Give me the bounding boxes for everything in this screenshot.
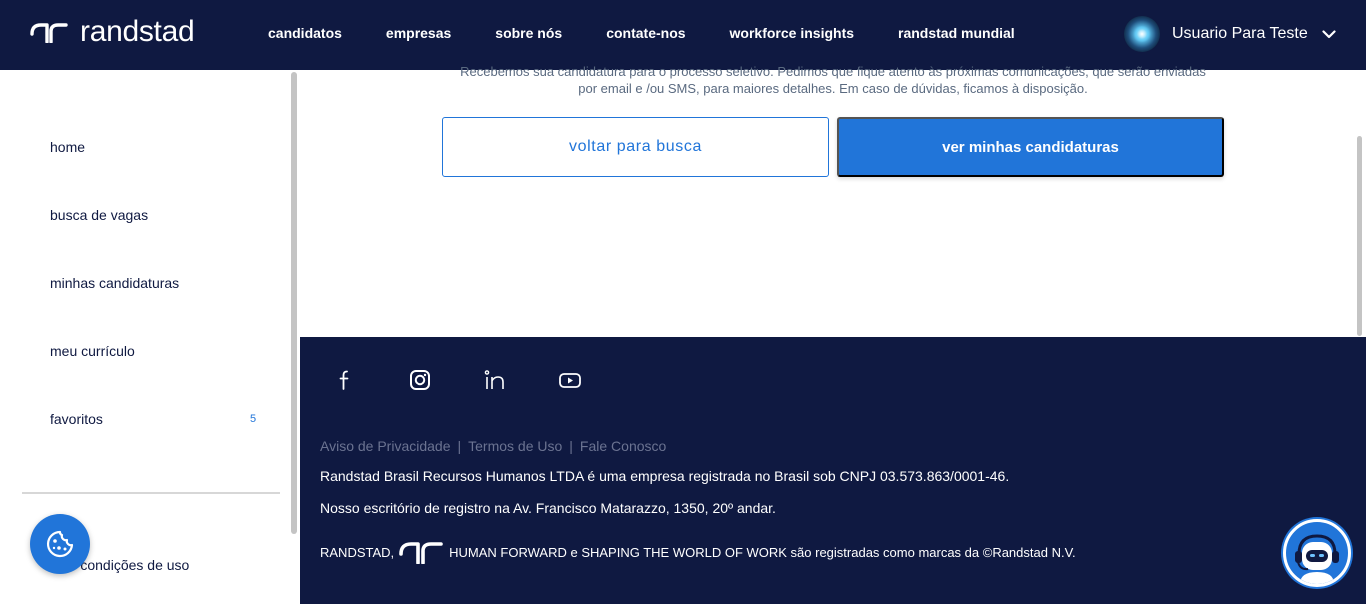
terms-of-use-link[interactable]: Termos de Uso (468, 438, 562, 454)
legal-links: Aviso de Privacidade | Termos de Uso | F… (320, 438, 666, 454)
contact-us-link[interactable]: Fale Conosco (580, 438, 666, 454)
facebook-icon (339, 370, 349, 390)
trademark-text: RANDSTAD, HUMAN FORWARD e SHAPING THE WO… (320, 540, 1076, 564)
page-scrollbar[interactable] (1357, 136, 1362, 336)
sidebar-item-busca-de-vagas[interactable]: busca de vagas (50, 207, 148, 223)
nav-candidatos[interactable]: candidatos (268, 25, 342, 41)
office-address-text: Nosso escritório de registro na Av. Fran… (320, 500, 776, 516)
trademark-prefix: RANDSTAD, (320, 544, 395, 560)
instagram-icon (410, 370, 430, 390)
randstad-logo-icon (399, 542, 443, 564)
sidebar-item-favoritos[interactable]: favoritos (50, 411, 103, 427)
nav-workforce-insights[interactable]: workforce insights (730, 25, 854, 41)
youtube-icon (559, 373, 581, 388)
nav-contate-nos[interactable]: contate-nos (606, 25, 685, 41)
chatbot-button[interactable] (1283, 519, 1351, 587)
linkedin-link[interactable] (482, 367, 508, 393)
back-to-search-button[interactable]: voltar para busca (442, 117, 829, 177)
main-nav: candidatos empresas sobre nós contate-no… (268, 25, 1059, 41)
randstad-logo-icon (30, 23, 68, 43)
confirmation-message-line-1: Recebemos sua candidatura para o process… (460, 64, 1206, 79)
sidebar-scrollbar[interactable] (291, 72, 297, 534)
footer: Aviso de Privacidade | Termos de Uso | F… (300, 337, 1366, 604)
company-registration-text: Randstad Brasil Recursos Humanos LTDA é … (320, 468, 1010, 484)
sidebar-item-minhas-candidaturas[interactable]: minhas candidaturas (50, 275, 179, 291)
user-menu[interactable]: Usuario Para Teste (1124, 16, 1336, 52)
youtube-link[interactable] (557, 367, 583, 393)
chevron-down-icon (1322, 29, 1336, 38)
avatar (1124, 16, 1160, 52)
favoritos-count-badge: 5 (250, 413, 257, 425)
cookie-settings-button[interactable] (30, 514, 90, 574)
top-navigation-bar: randstad candidatos empresas sobre nós c… (0, 0, 1366, 70)
link-separator: | (457, 438, 462, 454)
nav-sobre-nos[interactable]: sobre nós (495, 25, 562, 41)
brand-name: randstad (80, 15, 195, 48)
sidebar-divider (22, 492, 280, 494)
user-name: Usuario Para Teste (1172, 25, 1308, 42)
instagram-link[interactable] (407, 367, 433, 393)
robot-icon (1295, 534, 1339, 584)
view-applications-button[interactable]: ver minhas candidaturas (837, 117, 1224, 177)
privacy-notice-link[interactable]: Aviso de Privacidade (320, 438, 450, 454)
facebook-link[interactable] (332, 367, 358, 393)
linkedin-icon (484, 370, 504, 389)
confirmation-message: Recebemos sua candidatura para o process… (320, 63, 1346, 97)
sidebar-item-home[interactable]: home (50, 139, 85, 155)
trademark-suffix: HUMAN FORWARD e SHAPING THE WORLD OF WOR… (449, 544, 1076, 560)
nav-empresas[interactable]: empresas (386, 25, 451, 41)
cookie-icon (46, 530, 74, 558)
sidebar-item-meu-curriculo[interactable]: meu currículo (50, 343, 135, 359)
link-separator: | (569, 438, 573, 454)
randstad-logo[interactable]: randstad (30, 15, 195, 48)
sidebar: home busca de vagas minhas candidaturas … (0, 70, 300, 604)
nav-randstad-mundial[interactable]: randstad mundial (898, 25, 1015, 41)
confirmation-message-line-2: por email e /ou SMS, para maiores detalh… (578, 81, 1088, 96)
